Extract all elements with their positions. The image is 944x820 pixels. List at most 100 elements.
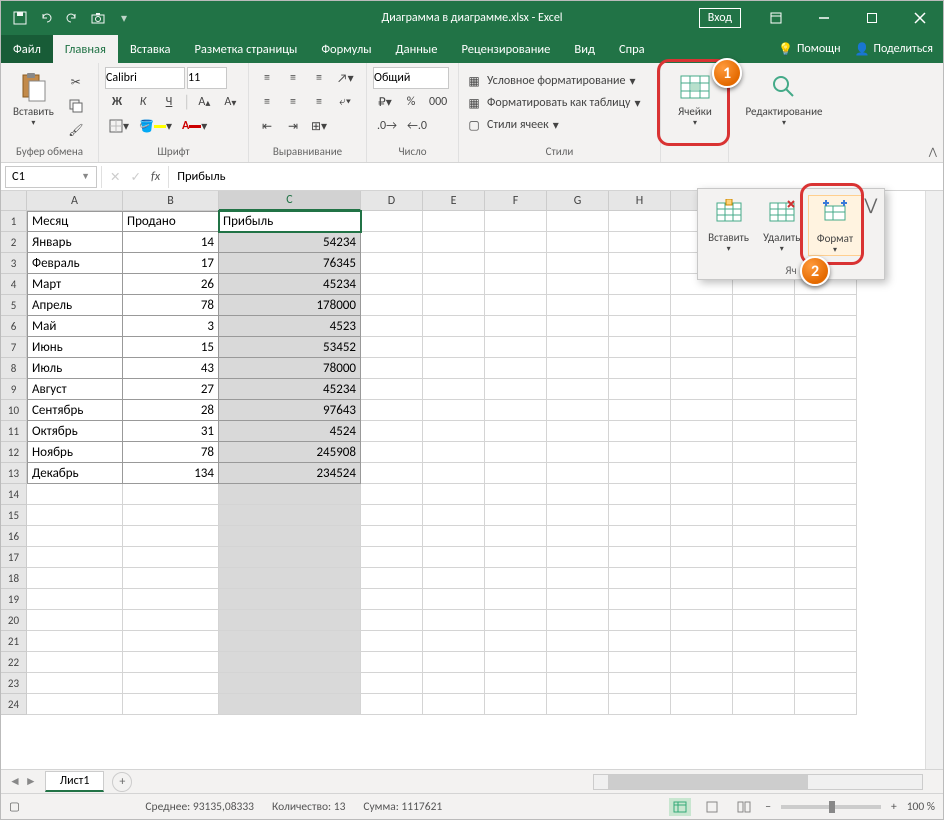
- cell-A12[interactable]: Ноябрь: [27, 442, 123, 463]
- copy-button[interactable]: [64, 95, 88, 117]
- cell-K9[interactable]: [795, 379, 857, 400]
- cell-J19[interactable]: [733, 589, 795, 610]
- cell-C9[interactable]: 45234: [219, 379, 361, 400]
- row-header-4[interactable]: 4: [1, 274, 27, 295]
- cell-H20[interactable]: [609, 610, 671, 631]
- formula-input[interactable]: Прибыль: [169, 169, 943, 184]
- align-center-button[interactable]: ≡: [281, 91, 305, 113]
- row-header-10[interactable]: 10: [1, 400, 27, 421]
- cell-I8[interactable]: [671, 358, 733, 379]
- cell-H15[interactable]: [609, 505, 671, 526]
- format-cells-button[interactable]: Формат▾: [808, 195, 861, 256]
- cell-I23[interactable]: [671, 673, 733, 694]
- cell-C1[interactable]: Прибыль: [219, 211, 361, 232]
- cell-D20[interactable]: [361, 610, 423, 631]
- cell-G22[interactable]: [547, 652, 609, 673]
- cell-B11[interactable]: 31: [123, 421, 219, 442]
- cell-D21[interactable]: [361, 631, 423, 652]
- cell-J10[interactable]: [733, 400, 795, 421]
- zoom-level[interactable]: 100 %: [907, 800, 935, 814]
- cell-H17[interactable]: [609, 547, 671, 568]
- cell-E3[interactable]: [423, 253, 485, 274]
- tab-home[interactable]: Главная: [53, 35, 118, 63]
- tab-help[interactable]: Спра: [607, 35, 657, 63]
- cell-C10[interactable]: 97643: [219, 400, 361, 421]
- cell-I19[interactable]: [671, 589, 733, 610]
- collapse-ribbon-button[interactable]: ⋀: [929, 145, 937, 158]
- cell-F3[interactable]: [485, 253, 547, 274]
- cell-E2[interactable]: [423, 232, 485, 253]
- cell-F10[interactable]: [485, 400, 547, 421]
- cell-A20[interactable]: [27, 610, 123, 631]
- cell-J21[interactable]: [733, 631, 795, 652]
- cell-D24[interactable]: [361, 694, 423, 715]
- cell-H9[interactable]: [609, 379, 671, 400]
- cell-F19[interactable]: [485, 589, 547, 610]
- cell-K20[interactable]: [795, 610, 857, 631]
- cell-A2[interactable]: Январь: [27, 232, 123, 253]
- cell-D4[interactable]: [361, 274, 423, 295]
- cell-K22[interactable]: [795, 652, 857, 673]
- chevron-down-icon[interactable]: ⋁: [862, 195, 880, 215]
- cell-H11[interactable]: [609, 421, 671, 442]
- cell-E14[interactable]: [423, 484, 485, 505]
- cell-A8[interactable]: Июль: [27, 358, 123, 379]
- cell-A6[interactable]: Май: [27, 316, 123, 337]
- cell-H13[interactable]: [609, 463, 671, 484]
- cell-F11[interactable]: [485, 421, 547, 442]
- cell-G14[interactable]: [547, 484, 609, 505]
- tab-file[interactable]: Файл: [1, 35, 53, 63]
- cell-C14[interactable]: [219, 484, 361, 505]
- cell-B17[interactable]: [123, 547, 219, 568]
- cell-G13[interactable]: [547, 463, 609, 484]
- tab-review[interactable]: Рецензирование: [449, 35, 562, 63]
- cell-A16[interactable]: [27, 526, 123, 547]
- cell-J16[interactable]: [733, 526, 795, 547]
- paste-button[interactable]: Вставить▾: [7, 67, 60, 132]
- cell-H19[interactable]: [609, 589, 671, 610]
- row-header-19[interactable]: 19: [1, 589, 27, 610]
- cell-C16[interactable]: [219, 526, 361, 547]
- cell-F7[interactable]: [485, 337, 547, 358]
- cell-H23[interactable]: [609, 673, 671, 694]
- font-color-button[interactable]: A▾: [178, 115, 211, 137]
- align-bottom-button[interactable]: ≡: [307, 67, 331, 89]
- row-header-22[interactable]: 22: [1, 652, 27, 673]
- cell-G12[interactable]: [547, 442, 609, 463]
- cell-C6[interactable]: 4523: [219, 316, 361, 337]
- cell-C11[interactable]: 4524: [219, 421, 361, 442]
- cell-D13[interactable]: [361, 463, 423, 484]
- decrease-font-button[interactable]: A▾: [218, 91, 242, 113]
- zoom-in-button[interactable]: +: [891, 800, 897, 814]
- cell-K21[interactable]: [795, 631, 857, 652]
- view-page-layout-button[interactable]: [701, 798, 723, 816]
- align-left-button[interactable]: ≡: [255, 91, 279, 113]
- tab-formulas[interactable]: Формулы: [309, 35, 383, 63]
- share-button[interactable]: 👤Поделиться: [855, 42, 933, 57]
- cell-A7[interactable]: Июнь: [27, 337, 123, 358]
- cell-F2[interactable]: [485, 232, 547, 253]
- zoom-slider[interactable]: [781, 805, 881, 809]
- decrease-decimal-button[interactable]: ←.0: [403, 115, 431, 137]
- cell-K13[interactable]: [795, 463, 857, 484]
- cell-A21[interactable]: [27, 631, 123, 652]
- cell-I22[interactable]: [671, 652, 733, 673]
- cell-G5[interactable]: [547, 295, 609, 316]
- cell-F9[interactable]: [485, 379, 547, 400]
- cell-C23[interactable]: [219, 673, 361, 694]
- cell-K11[interactable]: [795, 421, 857, 442]
- merge-button[interactable]: ⊞▾: [307, 115, 331, 137]
- cell-C12[interactable]: 245908: [219, 442, 361, 463]
- cell-H24[interactable]: [609, 694, 671, 715]
- cell-B23[interactable]: [123, 673, 219, 694]
- cell-C21[interactable]: [219, 631, 361, 652]
- cell-I24[interactable]: [671, 694, 733, 715]
- cell-G21[interactable]: [547, 631, 609, 652]
- cell-F20[interactable]: [485, 610, 547, 631]
- cut-button[interactable]: ✂: [64, 71, 88, 93]
- cell-B4[interactable]: 26: [123, 274, 219, 295]
- cell-E22[interactable]: [423, 652, 485, 673]
- row-header-24[interactable]: 24: [1, 694, 27, 715]
- cell-C15[interactable]: [219, 505, 361, 526]
- cell-E15[interactable]: [423, 505, 485, 526]
